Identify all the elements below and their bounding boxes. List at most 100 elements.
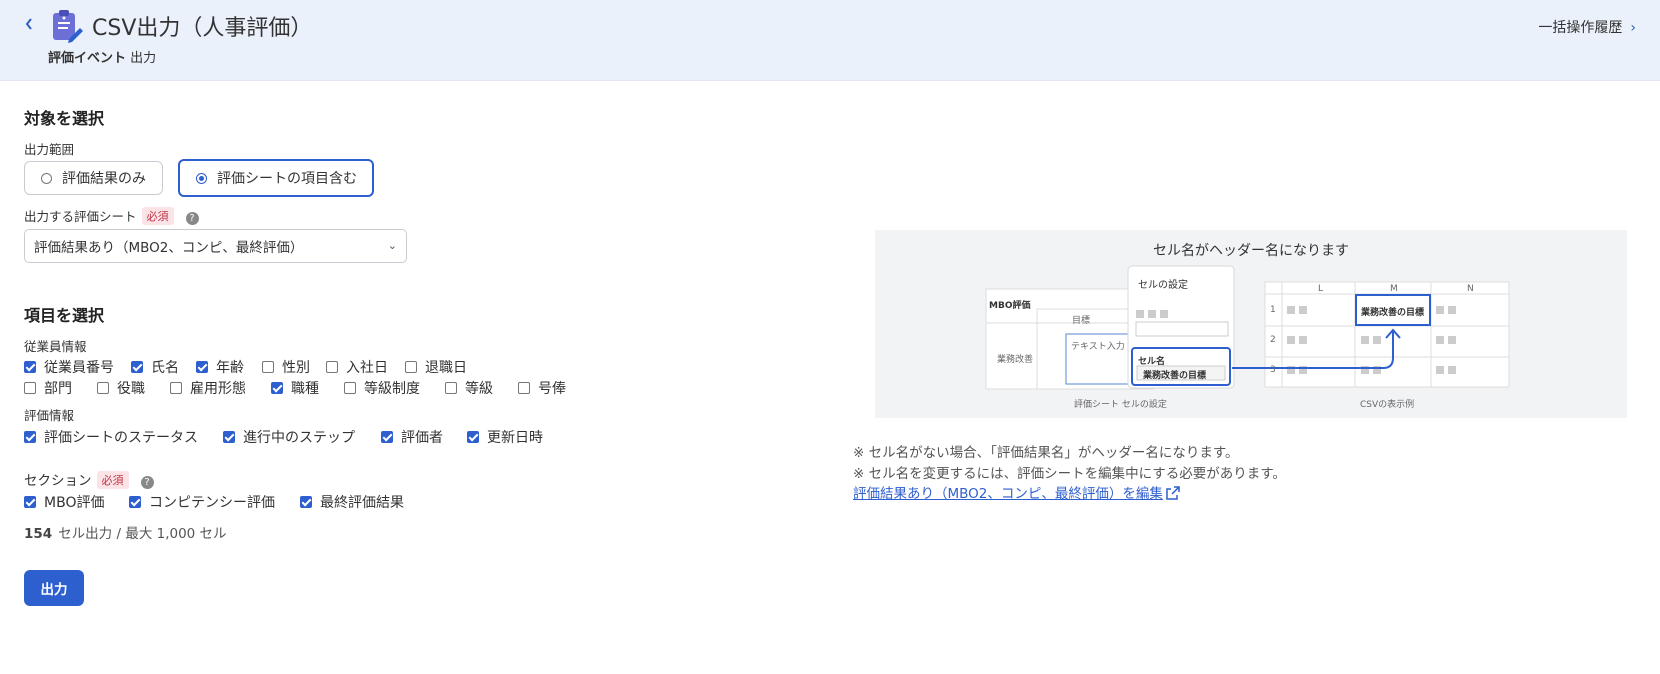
- checkbox-icon: [326, 361, 338, 373]
- checkbox-label: 雇用形態: [190, 381, 246, 397]
- checkbox-department[interactable]: 部門: [24, 378, 72, 398]
- target-heading: 対象を選択: [24, 109, 105, 128]
- checkbox-label: 進行中のステップ: [243, 430, 355, 446]
- col-goal: 目標: [1072, 316, 1091, 326]
- checkbox-checked-icon: [300, 496, 312, 508]
- row-label: 業務改善: [997, 355, 1034, 365]
- page-title: CSV出力（人事評価）: [92, 16, 313, 41]
- checkbox-name[interactable]: 氏名: [131, 357, 179, 377]
- required-badge: 必須: [96, 471, 129, 489]
- checkbox-employee-number[interactable]: 従業員番号: [24, 357, 114, 377]
- cell-count-number: 154: [24, 526, 53, 542]
- csv-col-l: L: [1318, 284, 1324, 294]
- back-button[interactable]: [24, 16, 38, 34]
- radio-selected-icon: [196, 172, 207, 184]
- checkbox-checked-icon: [24, 361, 36, 373]
- checkbox-employment-type[interactable]: 雇用形態: [170, 378, 246, 398]
- checkbox-evaluator[interactable]: 評価者: [381, 427, 443, 447]
- checkbox-icon: [344, 382, 356, 394]
- bulk-history-label: 一括操作履歴: [1538, 20, 1623, 36]
- checkbox-section-mbo[interactable]: MBO評価: [24, 492, 104, 512]
- checkbox-grade[interactable]: 等級: [445, 378, 493, 398]
- csv-row-3: 3: [1270, 365, 1276, 375]
- caption-right: CSVの表示例: [1360, 400, 1415, 410]
- required-badge: 必須: [141, 207, 174, 225]
- cell-settings-title: セルの設定: [1138, 280, 1188, 291]
- mbo-title: MBO評価: [989, 301, 1031, 311]
- csv-header-cell: 業務改善の目標: [1361, 308, 1425, 318]
- caption-left: 評価シート セルの設定: [1074, 400, 1167, 410]
- checkbox-icon: [24, 382, 36, 394]
- range-radio-include-sheet-items[interactable]: 評価シートの項目含む: [178, 159, 374, 197]
- radio-label: 評価結果のみ: [62, 171, 146, 187]
- edit-sheet-link[interactable]: 評価結果あり（MBO2、コンピ、最終評価）を編集: [853, 482, 1180, 502]
- checkbox-updated-at[interactable]: 更新日時: [467, 427, 543, 447]
- checkbox-grade-system[interactable]: 等級制度: [344, 378, 420, 398]
- cell-name-label: セル名: [1138, 357, 1166, 367]
- external-link-icon: [1166, 486, 1180, 500]
- checkbox-age[interactable]: 年齢: [196, 357, 244, 377]
- checkbox-icon: [445, 382, 457, 394]
- cell-count-text: セル出力 / 最大 1,000 セル: [58, 526, 227, 542]
- checkbox-position[interactable]: 役職: [97, 378, 145, 398]
- sheet-label: 出力する評価シート 必須?: [24, 206, 199, 225]
- help-icon[interactable]: ?: [185, 212, 199, 225]
- checkbox-label: 等級: [465, 381, 493, 397]
- sheet-label-text: 出力する評価シート: [24, 209, 137, 224]
- eval-info-label: 評価情報: [24, 408, 75, 423]
- checkbox-section-final[interactable]: 最終評価結果: [300, 492, 404, 512]
- checkbox-job-type[interactable]: 職種: [271, 378, 319, 398]
- checkbox-label: コンピテンシー評価: [149, 495, 275, 511]
- checkbox-label: 退職日: [425, 360, 467, 376]
- output-button[interactable]: 出力: [24, 570, 84, 606]
- checkbox-checked-icon: [24, 431, 36, 443]
- csv-col-n: N: [1467, 284, 1474, 294]
- bulk-history-link[interactable]: 一括操作履歴 ›: [1538, 17, 1636, 37]
- note-no-cell-name: ※ セル名がない場合、「評価結果名」がヘッダー名になります。: [853, 445, 1239, 461]
- checkbox-label: 氏名: [151, 360, 179, 376]
- csv-row-2: 2: [1270, 335, 1276, 345]
- radio-icon: [41, 172, 52, 184]
- checkbox-checked-icon: [131, 361, 143, 373]
- help-icon[interactable]: ?: [140, 476, 154, 489]
- checkbox-section-competency[interactable]: コンピテンシー評価: [129, 492, 275, 512]
- chevron-right-icon: ›: [1630, 20, 1636, 36]
- checkbox-label: 評価者: [401, 430, 443, 446]
- checkbox-label: 職種: [291, 381, 319, 397]
- checkbox-checked-icon: [467, 431, 479, 443]
- checkbox-salary-step[interactable]: 号俸: [518, 378, 566, 398]
- checkbox-label: 性別: [282, 360, 310, 376]
- csv-col-m: M: [1390, 284, 1398, 294]
- checkbox-label: 号俸: [538, 381, 566, 397]
- section-label-text: セクション: [24, 473, 92, 489]
- checkbox-icon: [170, 382, 182, 394]
- edit-sheet-link-text: 評価結果あり（MBO2、コンピ、最終評価）を編集: [853, 486, 1163, 502]
- sheet-select-value: 評価結果あり（MBO2、コンピ、最終評価）: [34, 240, 304, 256]
- sheet-select[interactable]: 評価結果あり（MBO2、コンピ、最終評価） ⌄: [24, 229, 407, 263]
- section-label: セクション 必須?: [24, 469, 154, 489]
- employee-info-label: 従業員情報: [24, 339, 87, 354]
- cell-count: 154 セル出力 / 最大 1,000 セル: [24, 522, 227, 542]
- checkbox-label: 最終評価結果: [320, 495, 404, 511]
- clipboard-edit-icon: [53, 10, 83, 43]
- checkbox-label: 年齢: [216, 360, 244, 376]
- illustration-figure: [985, 265, 1510, 390]
- checkbox-label: 役職: [117, 381, 145, 397]
- checkbox-join-date[interactable]: 入社日: [326, 357, 388, 377]
- breadcrumb-event[interactable]: 評価イベント: [48, 51, 126, 66]
- breadcrumb-current: 出力: [130, 51, 157, 66]
- checkbox-label: 従業員番号: [44, 360, 114, 376]
- checkbox-gender[interactable]: 性別: [262, 357, 310, 377]
- checkbox-icon: [97, 382, 109, 394]
- checkbox-icon: [262, 361, 274, 373]
- checkbox-leave-date[interactable]: 退職日: [405, 357, 467, 377]
- checkbox-checked-icon: [196, 361, 208, 373]
- checkbox-checked-icon: [129, 496, 141, 508]
- header-name-illustration: セル名がヘッダー名になります MBO評価 目標 業務改善 テキスト入力 セルの設…: [875, 230, 1627, 418]
- checkbox-sheet-status[interactable]: 評価シートのステータス: [24, 427, 198, 447]
- page-header: CSV出力（人事評価） 評価イベント 出力 一括操作履歴 ›: [0, 0, 1660, 81]
- csv-row-1: 1: [1270, 305, 1276, 315]
- checkbox-current-step[interactable]: 進行中のステップ: [223, 427, 355, 447]
- breadcrumb: 評価イベント 出力: [48, 47, 156, 66]
- range-radio-results-only[interactable]: 評価結果のみ: [24, 161, 163, 195]
